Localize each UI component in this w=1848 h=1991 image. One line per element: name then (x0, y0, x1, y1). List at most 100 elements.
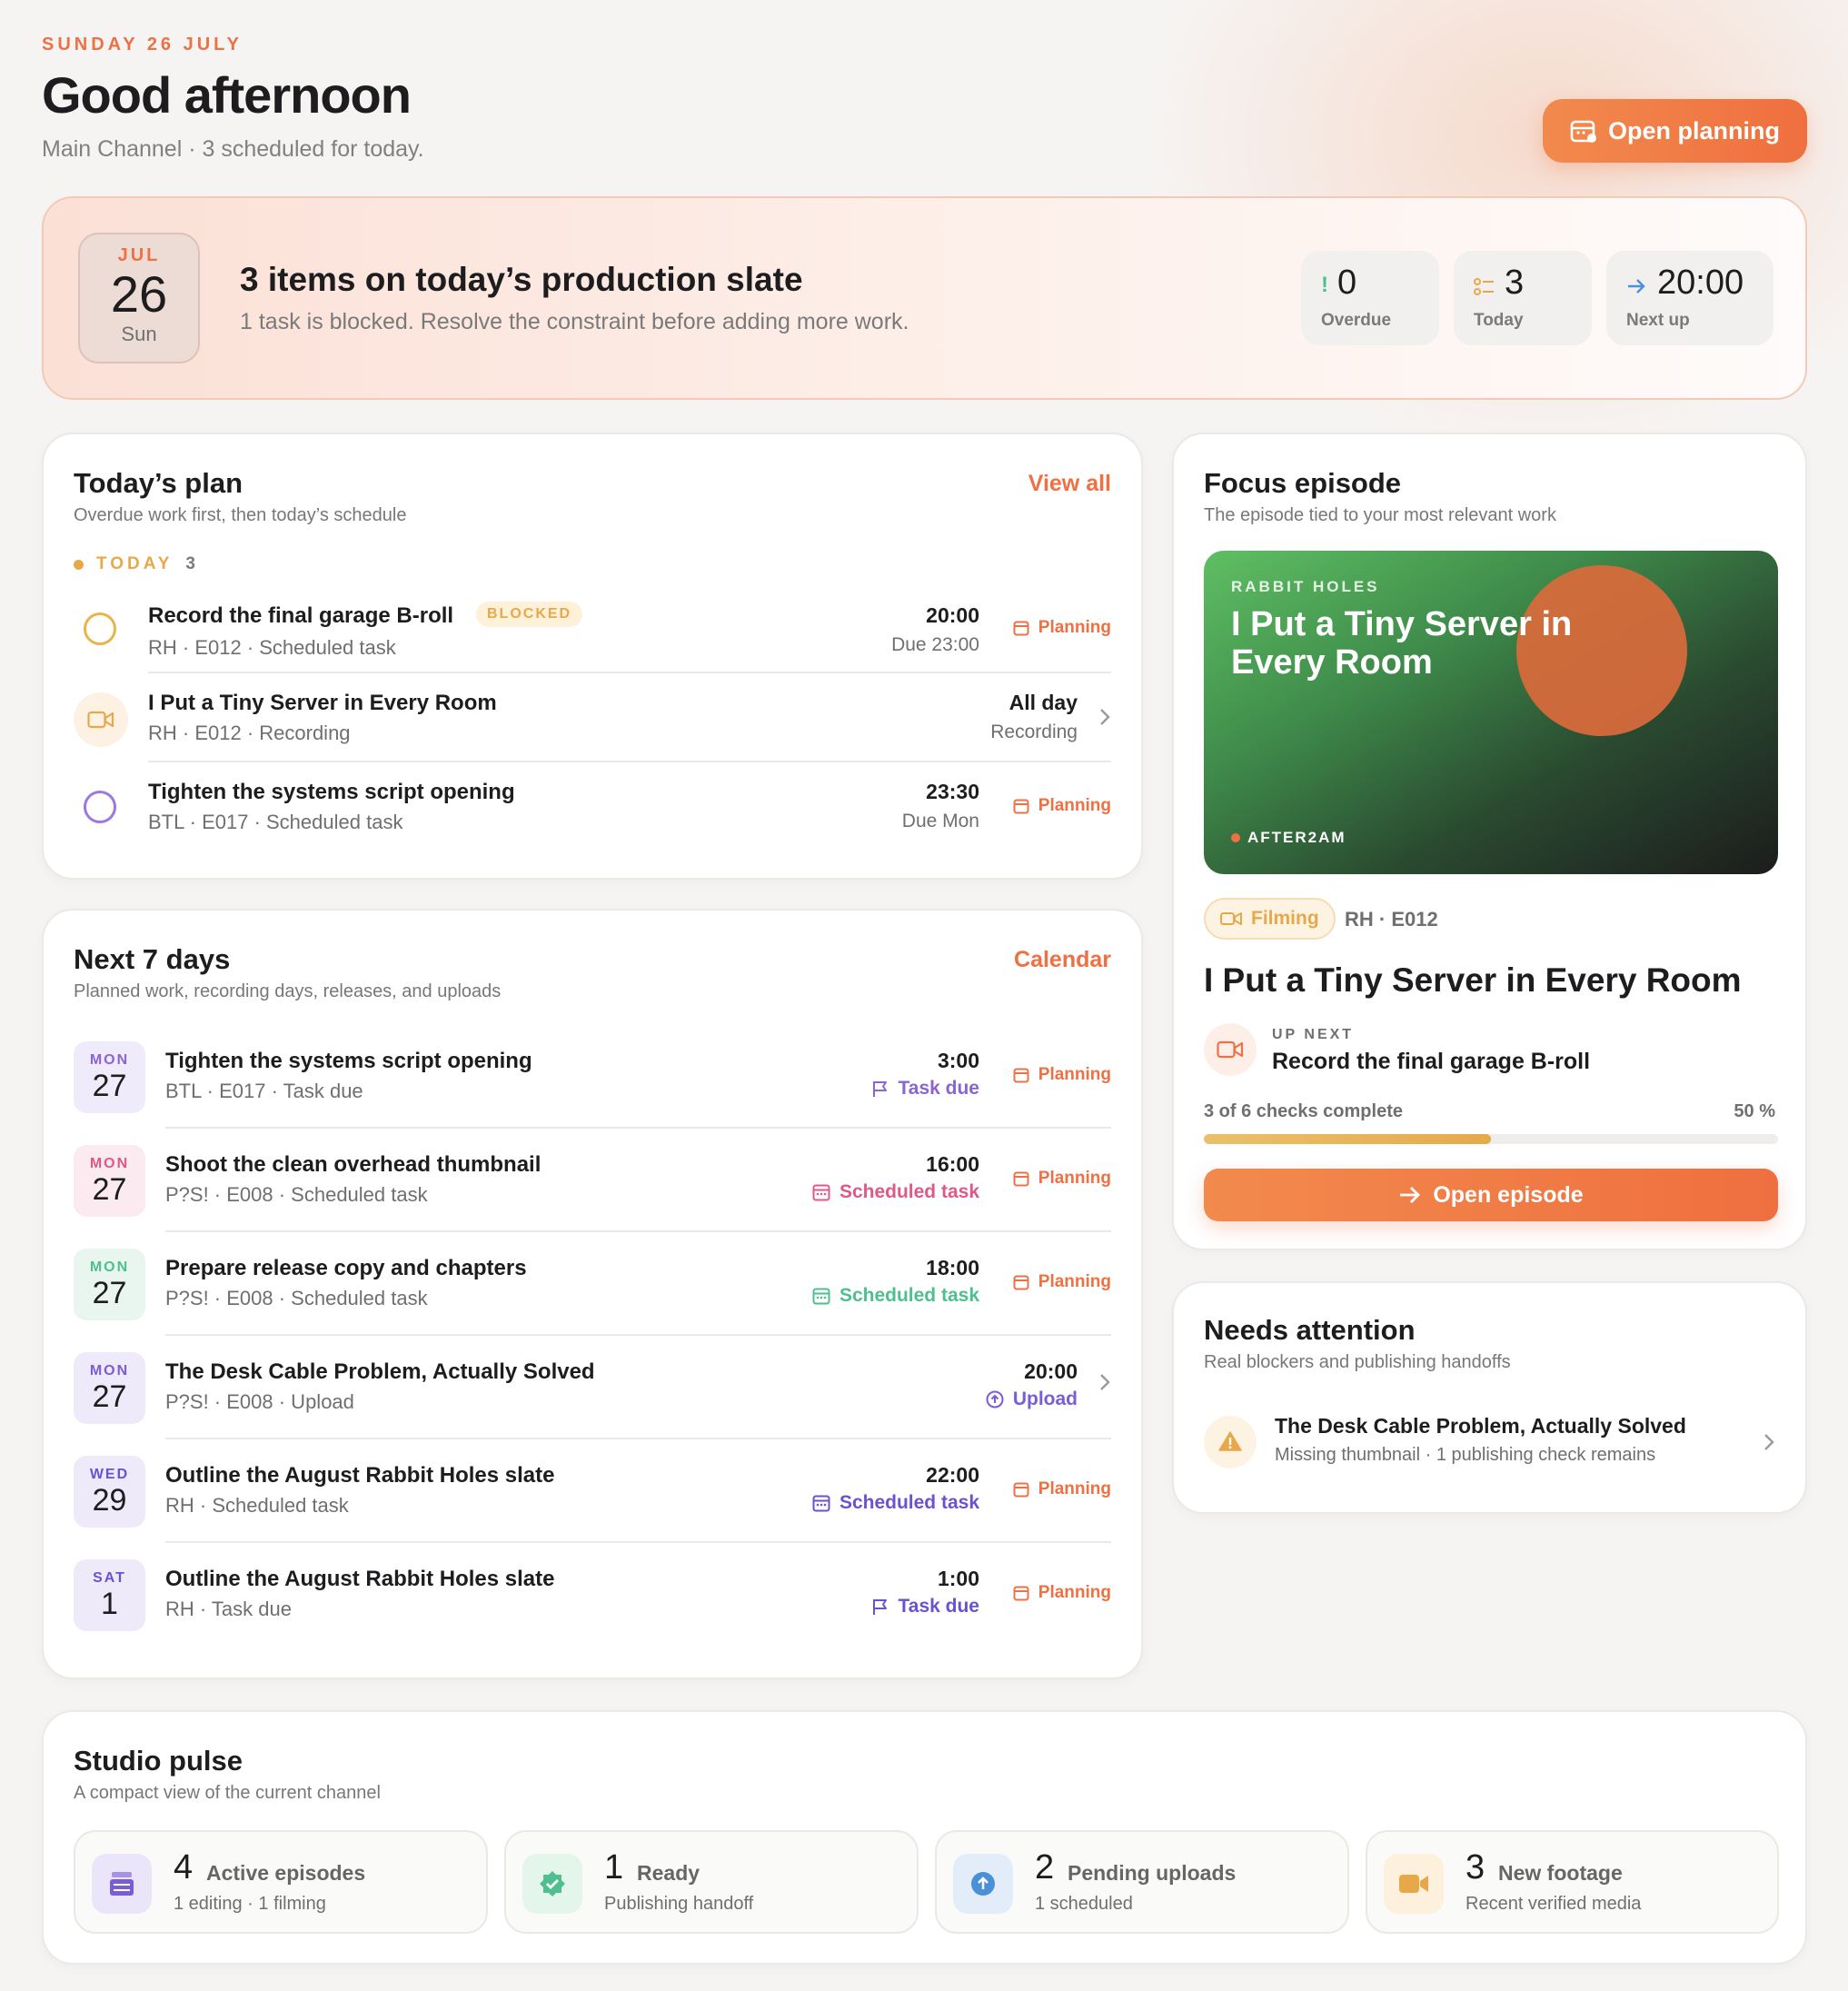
date-weekday: MON (89, 1259, 130, 1275)
item-title: I Put a Tiny Server in Every Room (148, 691, 497, 715)
page-title: Good afternoon (42, 66, 412, 124)
status-circle-icon[interactable] (84, 791, 116, 823)
progress-percent: 50 % (1734, 1101, 1775, 1121)
item-tag: Task due (871, 1078, 979, 1100)
open-episode-label: Open episode (1433, 1181, 1584, 1208)
date-badge: SAT 1 (74, 1559, 145, 1631)
item-title: Tighten the systems script opening (148, 780, 515, 804)
episode-thumbnail[interactable]: RABBIT HOLES I Put a Tiny Server in Ever… (1204, 551, 1778, 874)
view-all-link[interactable]: View all (1028, 471, 1111, 497)
calendar-link[interactable]: Calendar (1014, 947, 1111, 973)
list-item[interactable]: I Put a Tiny Server in Every Room RH · E… (44, 672, 1141, 760)
slate-month: JUL (117, 245, 161, 265)
item-time: 1:00 (937, 1567, 979, 1590)
card-subtitle: Real blockers and publishing handoffs (1204, 1352, 1511, 1372)
pulse-new-footage[interactable]: 3 New footage Recent verified media (1366, 1830, 1779, 1934)
item-tag: Task due (871, 1596, 979, 1618)
planning-link[interactable]: Planning (1013, 618, 1111, 638)
planning-link[interactable]: Planning (1013, 1583, 1111, 1603)
pulse-sub: Publishing handoff (604, 1894, 754, 1914)
attention-meta: Missing thumbnail · 1 publishing check r… (1275, 1445, 1656, 1465)
item-time: 3:00 (937, 1049, 979, 1072)
item-meta: P?S! · E008 · Scheduled task (165, 1287, 428, 1309)
pulse-pending-uploads[interactable]: 2 Pending uploads 1 scheduled (935, 1830, 1349, 1934)
item-tag: Scheduled task (812, 1285, 979, 1307)
next-7-days-card: Next 7 days Planned work, recording days… (42, 909, 1143, 1679)
progress-text: 3 of 6 checks complete (1204, 1101, 1403, 1121)
focus-episode-card: Focus episode The episode tied to your m… (1172, 433, 1807, 1250)
date-weekday: SAT (93, 1570, 126, 1586)
date-weekday: MON (89, 1363, 130, 1379)
episode-title: I Put a Tiny Server in Every Room (1204, 961, 1742, 999)
calendar-icon (1570, 120, 1596, 143)
date-day: 27 (92, 1069, 127, 1103)
stat-overdue[interactable]: ! 0 Overdue (1301, 251, 1439, 345)
calendar-icon (1013, 1275, 1029, 1290)
list-item[interactable]: SAT 1 Outline the August Rabbit Holes slat… (44, 1554, 1141, 1658)
planning-link[interactable]: Planning (1013, 1479, 1111, 1499)
stat-value: 3 (1505, 264, 1525, 302)
brand-label: AFTER2AM (1247, 829, 1346, 846)
item-due: Recording (990, 722, 1078, 742)
date-badge: MON 27 (74, 1145, 145, 1217)
chevron-right-icon[interactable] (1098, 707, 1111, 727)
planning-label: Planning (1038, 1272, 1111, 1291)
divider (165, 1334, 1111, 1336)
dot-icon (1231, 833, 1240, 842)
slate-weekday: Sun (121, 323, 157, 345)
item-time: 20:00 (926, 603, 979, 627)
item-title: Prepare release copy and chapters (165, 1256, 527, 1280)
chevron-right-icon[interactable] (1098, 1372, 1111, 1392)
list-item[interactable]: MON 27 Prepare release copy and chapters P?… (44, 1243, 1141, 1347)
planning-link[interactable]: Planning (1013, 1065, 1111, 1085)
item-meta: RH · Task due (165, 1598, 292, 1620)
planning-link[interactable]: Planning (1013, 1272, 1111, 1292)
calendar-icon (1013, 1068, 1029, 1083)
planning-label: Planning (1038, 1583, 1111, 1602)
page-subtitle: Main Channel · 3 scheduled for today. (42, 136, 424, 162)
pulse-number: 1 (604, 1848, 624, 1886)
open-episode-button[interactable]: Open episode (1204, 1169, 1778, 1221)
card-title: Studio pulse (74, 1745, 243, 1777)
item-title: Outline the August Rabbit Holes slate (165, 1463, 555, 1488)
list-item[interactable]: Record the final garage B-roll BLOCKED R… (44, 591, 1141, 671)
tag-label: Scheduled task (839, 1181, 979, 1202)
progress-fill (1204, 1134, 1491, 1144)
item-tag: Scheduled task (812, 1181, 979, 1203)
list-item[interactable]: MON 27 Tighten the systems script opening B… (44, 1036, 1141, 1140)
date-day: 27 (92, 1276, 127, 1310)
upload-icon (953, 1854, 1013, 1914)
list-item[interactable]: Tighten the systems script opening BTL ·… (44, 762, 1141, 849)
pulse-ready[interactable]: 1 Ready Publishing handoff (504, 1830, 919, 1934)
planning-link[interactable]: Planning (1013, 1169, 1111, 1189)
calendar-icon (812, 1288, 830, 1305)
dot-icon (74, 559, 84, 570)
stat-next-up[interactable]: 20:00 Next up (1606, 251, 1773, 345)
item-time: 20:00 (1024, 1359, 1078, 1383)
card-title: Needs attention (1204, 1314, 1416, 1346)
planning-label: Planning (1038, 1479, 1111, 1498)
tag-label: Task due (898, 1596, 979, 1617)
open-planning-button[interactable]: Open planning (1543, 99, 1807, 163)
list-item[interactable]: WED 29 Outline the August Rabbit Holes sla… (44, 1450, 1141, 1554)
planning-link[interactable]: Planning (1013, 796, 1111, 816)
pulse-active-episodes[interactable]: 4 Active episodes 1 editing · 1 filming (74, 1830, 488, 1934)
list-item[interactable]: MON 27 The Desk Cable Problem, Actually So… (44, 1347, 1141, 1450)
stat-today[interactable]: 3 Today (1454, 251, 1592, 345)
list-item[interactable]: MON 27 Shoot the clean overhead thumbnail P… (44, 1140, 1141, 1243)
status-circle-icon[interactable] (84, 612, 116, 645)
item-due: Due Mon (901, 811, 979, 831)
production-slate-banner: JUL 26 Sun 3 items on today’s production… (42, 196, 1807, 400)
chevron-right-icon[interactable] (1763, 1432, 1775, 1452)
todays-plan-card: Today’s plan Overdue work first, then to… (42, 433, 1143, 880)
item-title: The Desk Cable Problem, Actually Solved (165, 1359, 595, 1384)
up-next-label: UP NEXT (1272, 1027, 1355, 1042)
item-time: 18:00 (926, 1256, 979, 1279)
film-stack-icon (92, 1854, 152, 1914)
flag-icon (872, 1081, 887, 1097)
list-icon (1474, 278, 1494, 295)
open-planning-label: Open planning (1608, 116, 1780, 144)
calendar-icon (1013, 1482, 1029, 1498)
attention-item[interactable]: The Desk Cable Problem, Actually Solved … (1174, 1410, 1805, 1483)
up-next-task[interactable]: Record the final garage B-roll (1272, 1049, 1590, 1075)
